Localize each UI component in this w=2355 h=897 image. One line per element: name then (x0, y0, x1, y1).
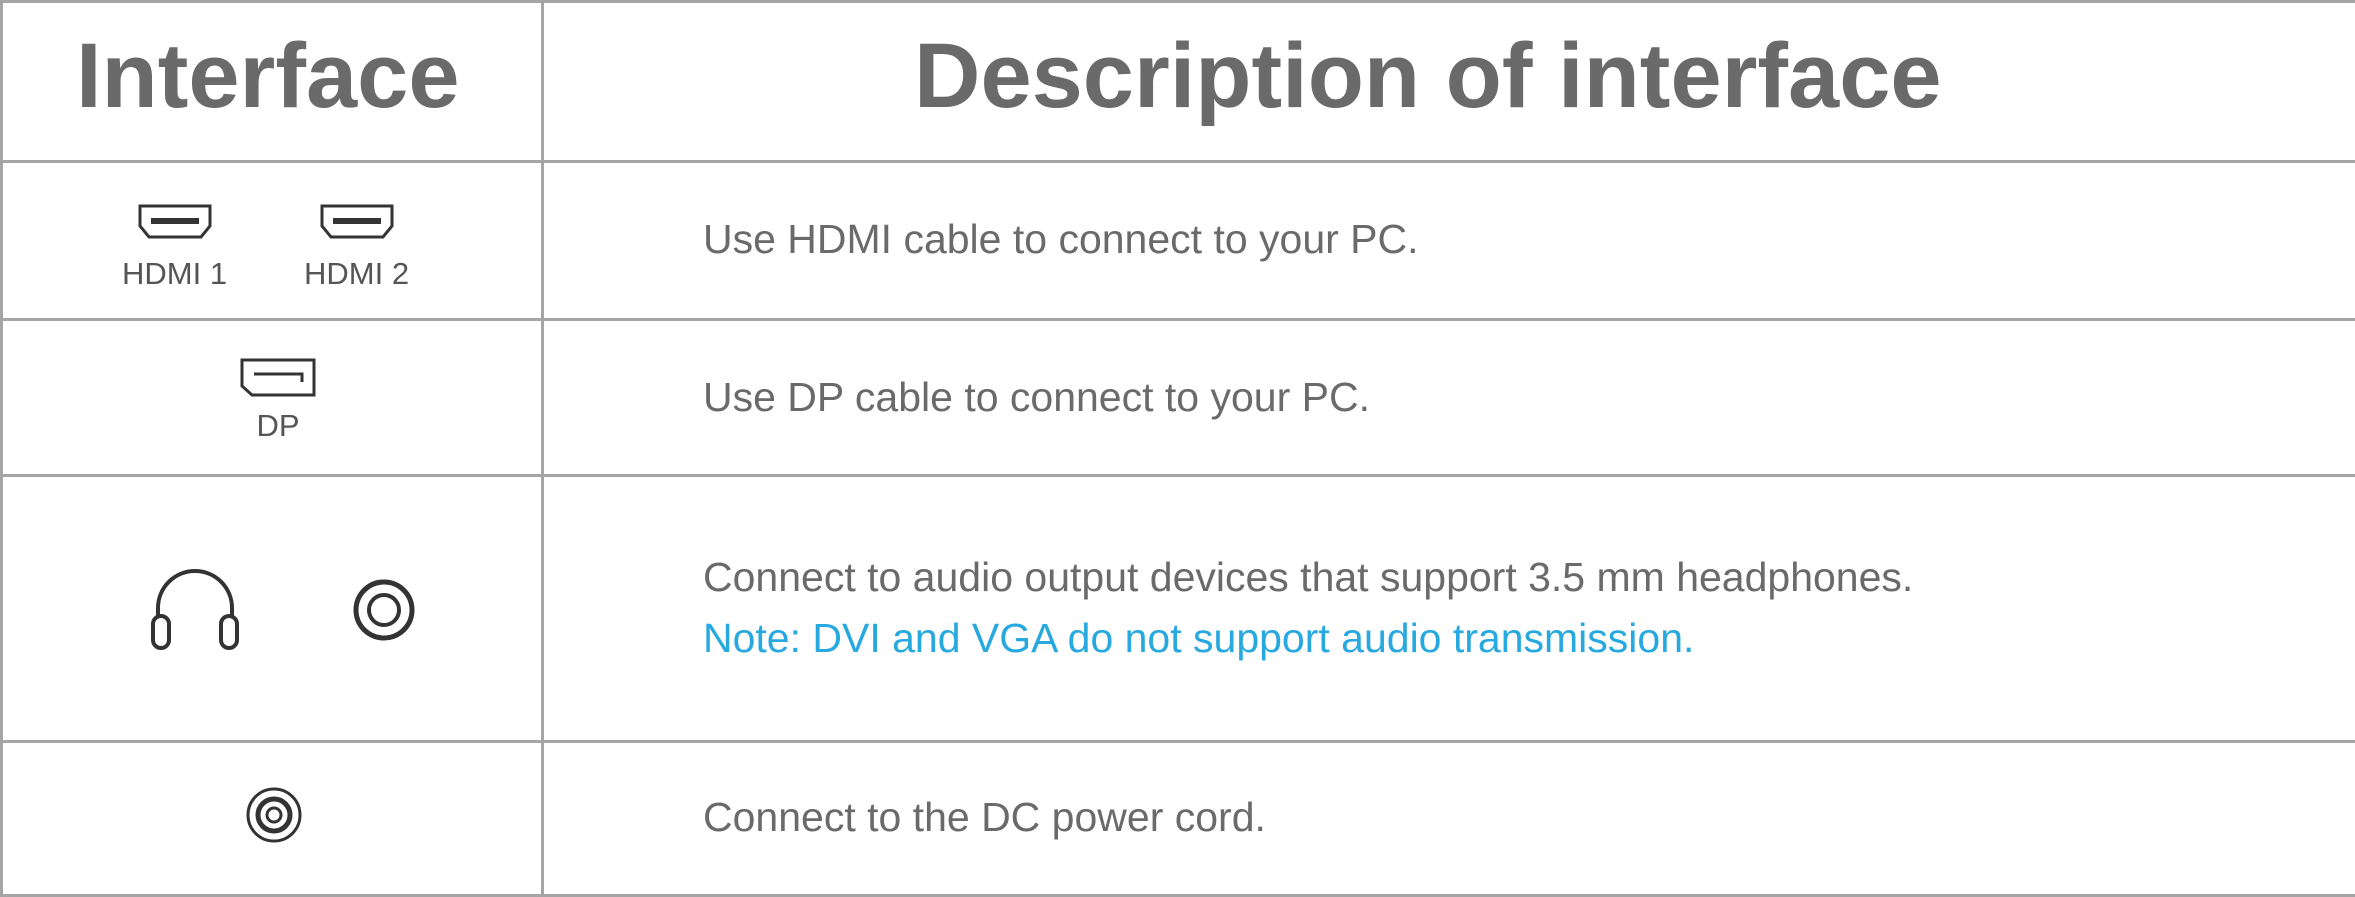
port-label: DP (256, 408, 300, 443)
audio-note-text: Note: DVI and VGA do not support audio t… (703, 615, 1695, 661)
headphones-icon (150, 566, 240, 650)
table-border-left (0, 0, 3, 897)
hdmi-port-icon (320, 204, 394, 240)
description-cell: Use HDMI cable to connect to your PC. (703, 162, 1419, 318)
header-interface: Interface (76, 25, 460, 127)
description-cell: Connect to audio output devices that sup… (703, 538, 1913, 678)
column-divider (541, 0, 544, 897)
header-description: Description of interface (914, 25, 1942, 127)
port-label: HDMI 1 (122, 256, 228, 291)
displayport-icon (240, 358, 316, 398)
description-text: Connect to audio output devices that sup… (703, 553, 1914, 600)
hdmi-1-port: HDMI 1 (122, 204, 227, 289)
table-border-top (0, 0, 2355, 3)
description-cell: Use DP cable to connect to your PC. (703, 320, 1370, 476)
description-text: Use HDMI cable to connect to your PC. (703, 216, 1419, 263)
description-cell: Connect to the DC power cord. (703, 742, 1266, 894)
interface-table: Interface Description of interface HDMI … (0, 0, 2355, 897)
description-text: Use DP cable to connect to your PC. (703, 374, 1370, 421)
hdmi-2-port: HDMI 2 (304, 204, 409, 289)
audio-jack-icon (352, 578, 416, 642)
dc-power-port-icon (245, 786, 303, 844)
hdmi-port-icon (138, 204, 212, 240)
description-text: Connect to the DC power cord. (703, 794, 1266, 841)
port-label: HDMI 2 (304, 256, 410, 291)
dp-port: DP (240, 358, 316, 441)
